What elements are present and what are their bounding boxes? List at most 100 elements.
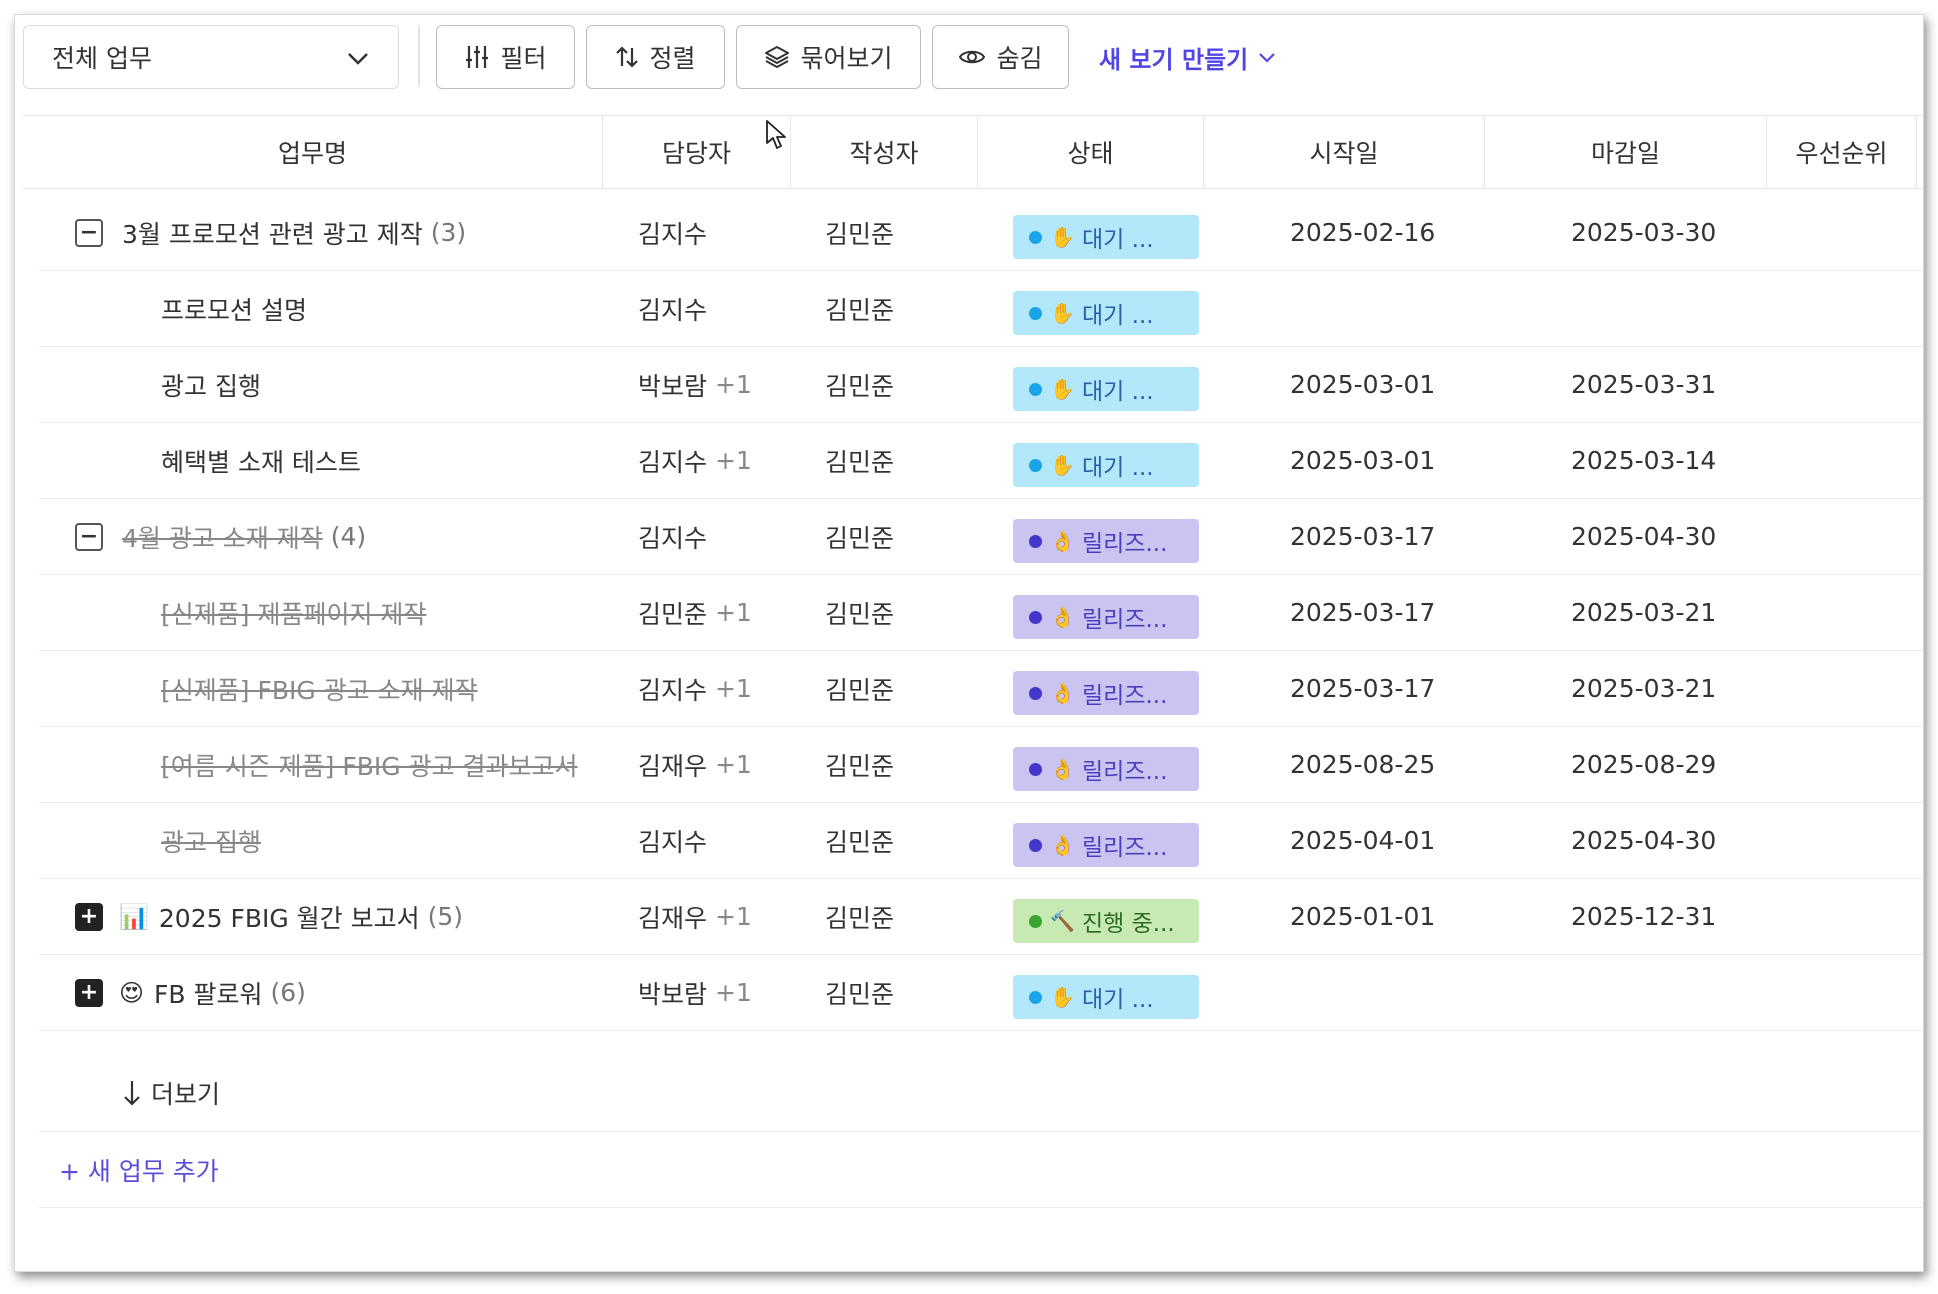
start-date[interactable]: 2025-03-17 bbox=[1290, 499, 1435, 574]
assignee-cell[interactable]: 박보람 +1 bbox=[638, 347, 752, 422]
table-row[interactable]: − 3월 프로모션 관련 광고 제작 (3) 김지수 김민준 ✋ 대기 ... 20… bbox=[39, 195, 1923, 271]
status-badge[interactable]: ✋ 대기 ... bbox=[1013, 367, 1199, 411]
task-name[interactable]: 프로모션 설명 bbox=[161, 291, 307, 327]
due-date[interactable]: 2025-03-14 bbox=[1571, 423, 1716, 498]
task-name-cell: [신제품] 제품페이지 제작 bbox=[39, 575, 605, 650]
column-header-name[interactable]: 업무명 bbox=[23, 116, 603, 188]
assignee-cell[interactable]: 김지수 bbox=[638, 803, 707, 878]
author-cell: 김민준 bbox=[825, 195, 894, 270]
chevron-down-icon bbox=[348, 53, 368, 65]
group-button[interactable]: 묶어보기 bbox=[736, 25, 921, 89]
column-header-start-date[interactable]: 시작일 bbox=[1204, 116, 1485, 188]
due-date[interactable]: 2025-03-21 bbox=[1571, 575, 1716, 650]
start-date[interactable]: 2025-02-16 bbox=[1290, 195, 1435, 270]
status-dot bbox=[1029, 382, 1042, 396]
add-task-button[interactable]: + 새 업무 추가 bbox=[59, 1132, 219, 1208]
task-name[interactable]: 광고 집행 bbox=[161, 823, 261, 859]
table-row[interactable]: + 📊 2025 FBIG 월간 보고서 (5) 김재우 +1 김민준 🔨 진행 중.… bbox=[39, 879, 1923, 955]
status-badge[interactable]: 👌 릴리즈... bbox=[1013, 823, 1199, 867]
task-name-cell: 혜택별 소재 테스트 bbox=[39, 423, 605, 498]
task-name[interactable]: [여름 시즌 제품] FBIG 광고 결과보고서 bbox=[161, 747, 578, 783]
load-more-button[interactable]: 더보기 bbox=[123, 1055, 220, 1131]
assignee: 김지수 bbox=[638, 295, 708, 325]
start-date[interactable]: 2025-01-01 bbox=[1290, 879, 1435, 954]
assignee: 김지수 bbox=[638, 675, 708, 705]
toolbar: 전체 업무 필터 정렬 묶어보기 숨김 새 보기 만들기 bbox=[15, 15, 1923, 115]
task-name[interactable]: 2025 FBIG 월간 보고서 bbox=[159, 899, 420, 935]
status-dot bbox=[1029, 762, 1042, 776]
start-date[interactable]: 2025-03-17 bbox=[1290, 575, 1435, 650]
task-name[interactable]: [신제품] FBIG 광고 소재 제작 bbox=[161, 671, 478, 707]
author: 김민준 bbox=[825, 599, 895, 629]
assignee-cell[interactable]: 김지수 bbox=[638, 195, 707, 270]
start-date[interactable]: 2025-04-01 bbox=[1290, 803, 1435, 878]
arrow-down-icon bbox=[124, 1081, 140, 1106]
status-badge[interactable]: ✋ 대기 ... bbox=[1013, 975, 1199, 1019]
author: 김민준 bbox=[825, 903, 895, 933]
column-header-due-date[interactable]: 마감일 bbox=[1485, 116, 1767, 188]
due-date[interactable]: 2025-04-30 bbox=[1571, 499, 1716, 574]
table-row[interactable]: 프로모션 설명 김지수 김민준 ✋ 대기 ... bbox=[39, 271, 1923, 347]
assignee-cell[interactable]: 김민준 +1 bbox=[638, 575, 752, 650]
assignee: 김재우 bbox=[638, 751, 708, 781]
due-date[interactable]: 2025-12-31 bbox=[1571, 879, 1716, 954]
status-badge[interactable]: ✋ 대기 ... bbox=[1013, 215, 1199, 259]
bar-chart-icon: 📊 bbox=[119, 902, 149, 931]
assignee-extra-count: +1 bbox=[715, 750, 752, 779]
start-date[interactable]: 2025-03-01 bbox=[1290, 423, 1435, 498]
task-name[interactable]: 혜택별 소재 테스트 bbox=[161, 443, 361, 479]
table-row[interactable]: [신제품] FBIG 광고 소재 제작 김지수 +1 김민준 👌 릴리즈... 20… bbox=[39, 651, 1923, 727]
table-row[interactable]: 혜택별 소재 테스트 김지수 +1 김민준 ✋ 대기 ... 2025-03-01 … bbox=[39, 423, 1923, 499]
author-cell: 김민준 bbox=[825, 347, 894, 422]
status-badge[interactable]: 🔨 진행 중... bbox=[1013, 899, 1199, 943]
assignee: 김지수 bbox=[638, 219, 708, 249]
column-header-priority[interactable]: 우선순위 bbox=[1767, 116, 1917, 188]
table-row[interactable]: − 4월 광고 소재 제작 (4) 김지수 김민준 👌 릴리즈... 2025-03… bbox=[39, 499, 1923, 575]
task-name[interactable]: 광고 집행 bbox=[161, 367, 261, 403]
due-date[interactable]: 2025-03-31 bbox=[1571, 347, 1716, 422]
due-date[interactable]: 2025-03-21 bbox=[1571, 651, 1716, 726]
table-row[interactable]: + 😍 FB 팔로워 (6) 박보람 +1 김민준 ✋ 대기 ... bbox=[39, 955, 1923, 1031]
assignee-extra-count: +1 bbox=[715, 370, 752, 399]
status-badge[interactable]: 👌 릴리즈... bbox=[1013, 671, 1199, 715]
table-row[interactable]: [신제품] 제품페이지 제작 김민준 +1 김민준 👌 릴리즈... 2025-03… bbox=[39, 575, 1923, 651]
table-row[interactable]: 광고 집행 박보람 +1 김민준 ✋ 대기 ... 2025-03-01 2025-… bbox=[39, 347, 1923, 423]
status-dot bbox=[1029, 230, 1042, 244]
view-select[interactable]: 전체 업무 bbox=[23, 25, 399, 89]
filter-button[interactable]: 필터 bbox=[436, 25, 575, 89]
start-date[interactable]: 2025-08-25 bbox=[1290, 727, 1435, 802]
status-badge[interactable]: 👌 릴리즈... bbox=[1013, 595, 1199, 639]
view-select-label: 전체 업무 bbox=[52, 44, 152, 73]
ok-hand-icon: 👌 bbox=[1050, 605, 1075, 629]
assignee-cell[interactable]: 박보람 +1 bbox=[638, 955, 752, 1030]
status-badge[interactable]: ✋ 대기 ... bbox=[1013, 443, 1199, 487]
new-view-label: 새 보기 만들기 bbox=[1099, 45, 1249, 74]
sort-button[interactable]: 정렬 bbox=[586, 25, 725, 89]
due-date[interactable]: 2025-03-30 bbox=[1571, 195, 1716, 270]
assignee-cell[interactable]: 김지수 +1 bbox=[638, 423, 752, 498]
task-name[interactable]: [신제품] 제품페이지 제작 bbox=[161, 595, 426, 631]
start-date[interactable]: 2025-03-17 bbox=[1290, 651, 1435, 726]
start-date[interactable]: 2025-03-01 bbox=[1290, 347, 1435, 422]
due-date[interactable]: 2025-04-30 bbox=[1571, 803, 1716, 878]
new-view-button[interactable]: 새 보기 만들기 bbox=[1099, 25, 1276, 89]
status-badge[interactable]: 👌 릴리즈... bbox=[1013, 747, 1199, 791]
column-header-assignee[interactable]: 담당자 bbox=[603, 116, 791, 188]
table-row[interactable]: 광고 집행 김지수 김민준 👌 릴리즈... 2025-04-01 2025-04… bbox=[39, 803, 1923, 879]
task-name[interactable]: 4월 광고 소재 제작 bbox=[122, 519, 323, 555]
status-badge[interactable]: ✋ 대기 ... bbox=[1013, 291, 1199, 335]
table-row[interactable]: [여름 시즌 제품] FBIG 광고 결과보고서 김재우 +1 김민준 👌 릴리즈.… bbox=[39, 727, 1923, 803]
task-name[interactable]: 3월 프로모션 관련 광고 제작 bbox=[122, 215, 423, 251]
column-header-author[interactable]: 작성자 bbox=[791, 116, 978, 188]
column-header-status[interactable]: 상태 bbox=[978, 116, 1204, 188]
assignee-cell[interactable]: 김재우 +1 bbox=[638, 879, 752, 954]
due-date[interactable]: 2025-08-29 bbox=[1571, 727, 1716, 802]
task-name[interactable]: FB 팔로워 bbox=[154, 975, 262, 1011]
status-badge[interactable]: 👌 릴리즈... bbox=[1013, 519, 1199, 563]
layers-icon bbox=[765, 46, 790, 68]
assignee-cell[interactable]: 김지수 bbox=[638, 499, 707, 574]
assignee-cell[interactable]: 김지수 +1 bbox=[638, 651, 752, 726]
assignee-cell[interactable]: 김지수 bbox=[638, 271, 707, 346]
assignee-cell[interactable]: 김재우 +1 bbox=[638, 727, 752, 802]
hide-button[interactable]: 숨김 bbox=[932, 25, 1069, 89]
